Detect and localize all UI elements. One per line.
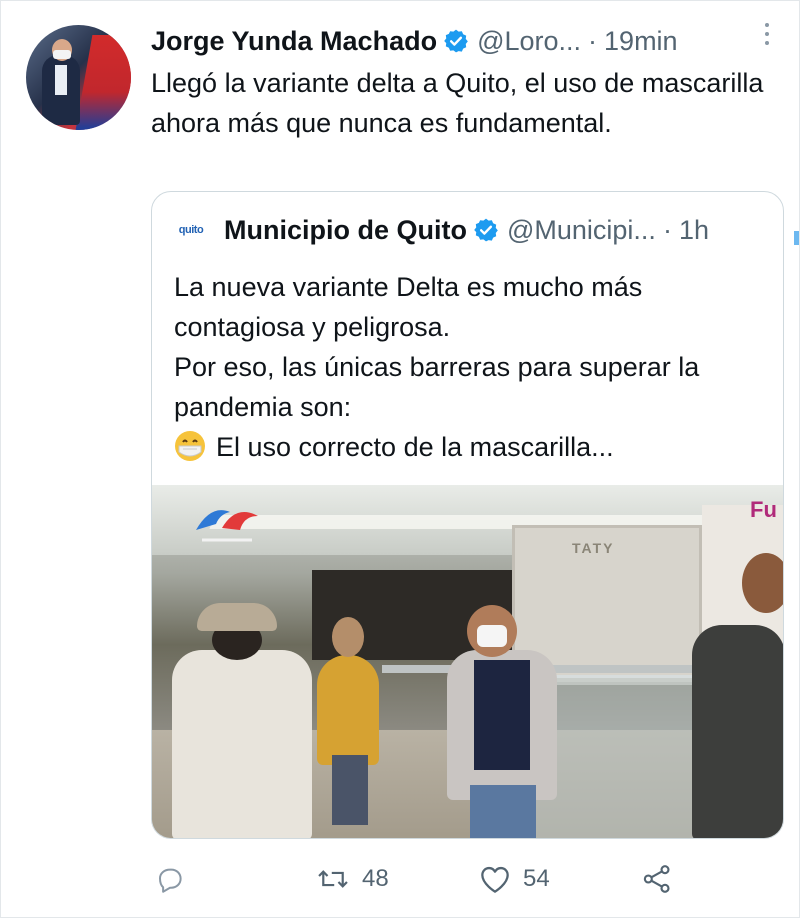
quoted-author-name[interactable]: Municipio de Quito: [224, 215, 467, 246]
more-options-icon[interactable]: [757, 19, 777, 49]
share-icon: [641, 863, 673, 895]
retweet-button[interactable]: 48: [316, 856, 389, 902]
quoted-line-1: La nueva variante Delta es mucho más con…: [174, 272, 643, 342]
retweet-count: 48: [362, 865, 389, 892]
quoted-tweet-timestamp[interactable]: 1h: [679, 215, 709, 246]
quoted-author-logo[interactable]: quito: [174, 219, 208, 241]
person-right-edge: [692, 625, 783, 838]
verified-badge-icon: [443, 28, 469, 54]
author-name[interactable]: Jorge Yunda Machado: [151, 26, 437, 57]
more-dot: [765, 23, 769, 27]
quoted-tweet-text: La nueva variante Delta es mucho más con…: [174, 267, 774, 467]
person-hat: [197, 603, 277, 631]
quoted-line-3: El uso correcto de la mascarilla...: [174, 427, 774, 467]
like-button[interactable]: 54: [479, 856, 550, 902]
more-dot: [765, 32, 769, 36]
share-button[interactable]: [641, 856, 673, 902]
author-handle[interactable]: @Loro...: [477, 26, 581, 57]
avatar-shirt-shape: [55, 65, 67, 95]
store-label-taty: TATY: [572, 540, 615, 556]
tweet-header: Jorge Yunda Machado @Loro... · 19min: [151, 21, 779, 61]
tweet-card: Jorge Yunda Machado @Loro... · 19min Lle…: [0, 0, 800, 918]
person-legs: [332, 755, 368, 825]
logo-text: quito: [178, 224, 204, 236]
quoted-header-separator: ·: [662, 214, 672, 245]
like-count: 54: [523, 865, 550, 892]
reply-button[interactable]: [155, 856, 185, 902]
person-legs: [470, 785, 536, 838]
scroll-indicator: [794, 231, 799, 245]
person-head: [742, 553, 783, 613]
verified-badge-icon: [473, 217, 499, 243]
person-head: [332, 617, 364, 657]
person-white-shirt: [172, 650, 312, 838]
reply-icon: [155, 864, 185, 894]
quoted-video-thumbnail[interactable]: TATY Fu: [152, 485, 783, 838]
heart-icon: [479, 864, 511, 894]
quoted-tweet-header: quito Municipio de Quito @Municipi... · …: [174, 210, 765, 250]
quoted-line-2: Por eso, las únicas barreras para supera…: [174, 352, 700, 422]
face-with-mask-emoji-icon: [174, 430, 206, 462]
face-mask: [477, 625, 507, 647]
tweet-actions: 48 54: [151, 856, 711, 902]
quoted-line-3-text: El uso correcto de la mascarilla...: [216, 432, 614, 462]
quoted-tweet[interactable]: quito Municipio de Quito @Municipi... · …: [151, 191, 784, 839]
tweet-text: Llegó la variante delta a Quito, el uso …: [151, 68, 764, 138]
author-avatar[interactable]: [26, 25, 131, 130]
header-separator: ·: [588, 25, 598, 56]
retweet-icon: [316, 864, 350, 894]
store-label-fu: Fu: [750, 497, 777, 522]
quoted-author-handle[interactable]: @Municipi...: [507, 215, 656, 246]
person-yellow-jacket: [317, 655, 379, 765]
person-shirt: [474, 660, 530, 770]
avatar-mask-shape: [53, 50, 71, 59]
tweet-timestamp[interactable]: 19min: [604, 26, 678, 57]
more-dot: [765, 41, 769, 45]
avatar-flag-shape: [75, 35, 131, 130]
broadcaster-logo-icon: [192, 500, 262, 548]
